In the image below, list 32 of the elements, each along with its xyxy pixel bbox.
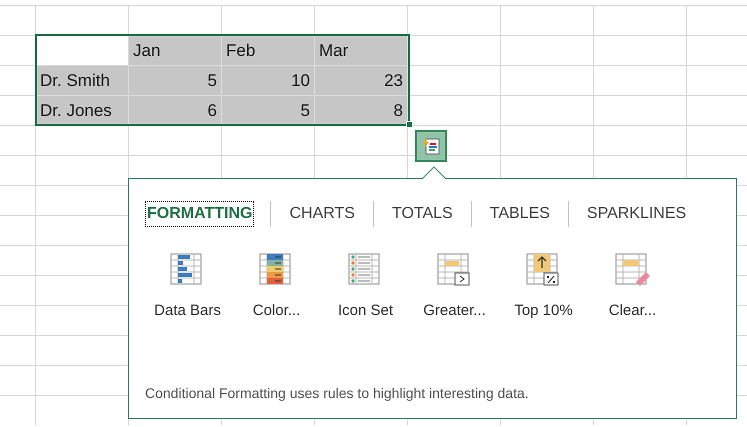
option-label: Top 10%: [514, 301, 573, 321]
tab[interactable]: TOTALS: [390, 201, 455, 227]
tab[interactable]: TABLES: [488, 201, 552, 227]
table-cell-text: 6: [206, 100, 218, 122]
option-label: Clear...: [608, 301, 656, 321]
quick-analysis-button[interactable]: [415, 130, 447, 162]
formatting-option[interactable]: Data Bars: [145, 252, 230, 322]
option-label: Color...: [252, 301, 300, 321]
formatting-option[interactable]: Top 10%: [501, 252, 586, 322]
column-header: Jan: [132, 40, 162, 62]
column-header: Mar: [318, 40, 350, 62]
description-text: Conditional Formatting uses rules to highlight interesting data.: [145, 384, 530, 403]
column-header: Feb: [225, 40, 256, 62]
lightning-list-icon: [421, 136, 441, 156]
formatting-option[interactable]: Icon Set: [323, 252, 408, 322]
fill-handle[interactable]: [406, 121, 413, 128]
formatting-option[interactable]: Greater...: [412, 252, 497, 322]
formatting-option[interactable]: Clear...: [590, 252, 675, 322]
table-cell-text: 10: [290, 70, 311, 92]
formatting-option[interactable]: Color...: [234, 252, 319, 322]
row-label: Dr. Jones: [39, 100, 113, 122]
option-label: Greater...: [423, 301, 486, 321]
tab[interactable]: FORMATTING: [145, 201, 254, 227]
table-cell-text: 5: [300, 100, 311, 122]
option-label: Data Bars: [154, 301, 221, 321]
option-label: Icon Set: [338, 301, 394, 321]
row-label: Dr. Smith: [39, 70, 111, 92]
table-cell-text: 23: [383, 70, 404, 92]
tab[interactable]: CHARTS: [287, 201, 357, 227]
table-cell-text: 8: [392, 100, 404, 122]
table-cell-text: 5: [206, 70, 218, 92]
tab[interactable]: SPARKLINES: [584, 201, 688, 227]
